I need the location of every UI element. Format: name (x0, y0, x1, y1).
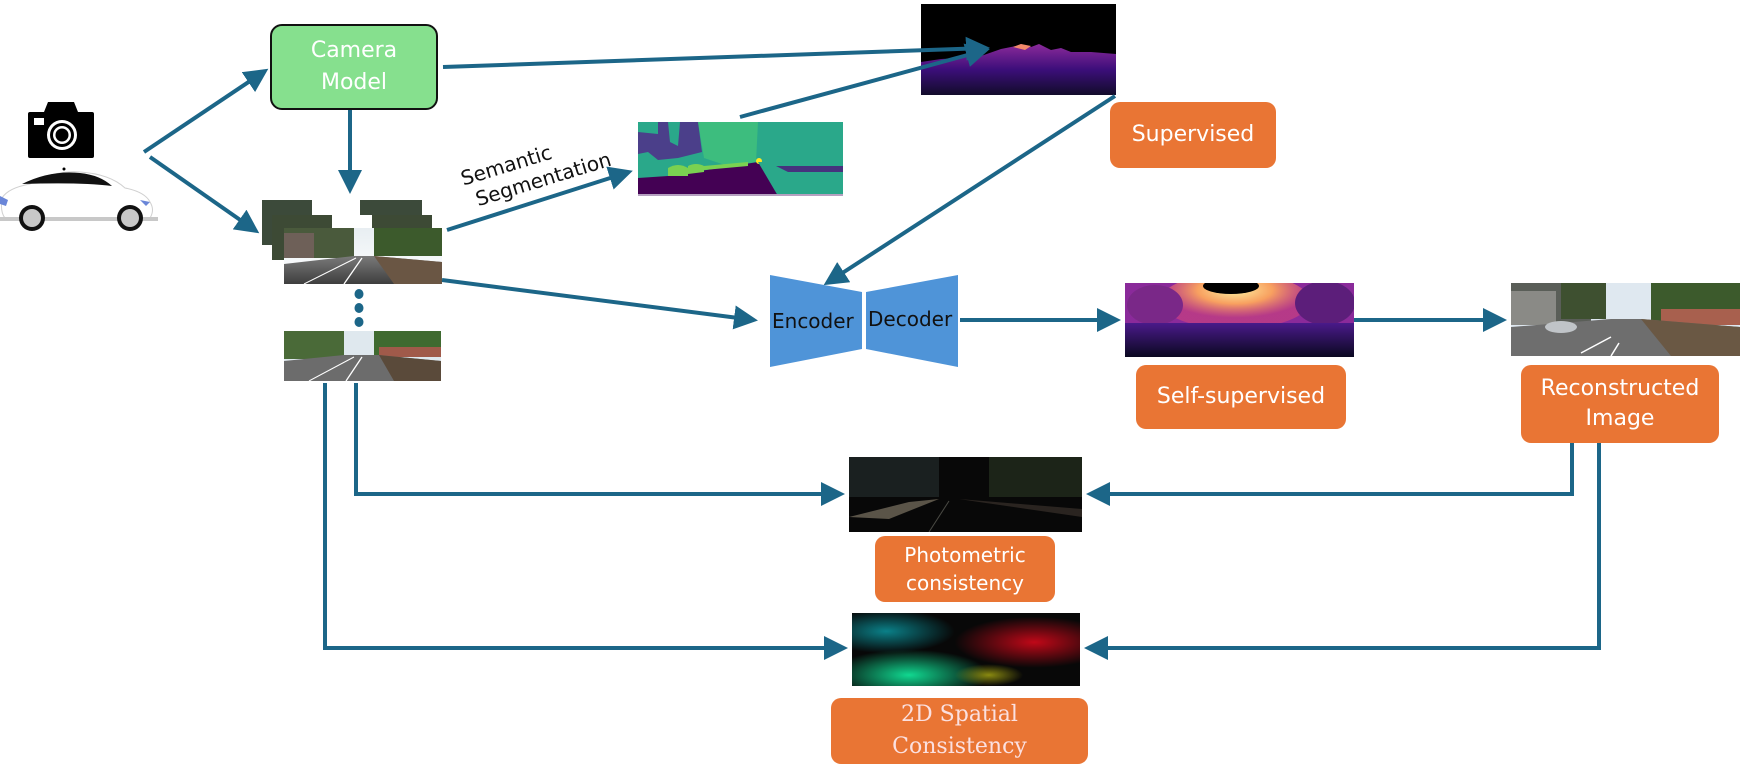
photometric-error-map (849, 457, 1082, 532)
semantic-segmentation-label: Semantic Segmentation (456, 124, 614, 214)
camera-model-label-line2: Model (320, 70, 388, 95)
arrow-car-to-frames (148, 155, 260, 234)
photometric-text-line2: consistency (906, 571, 1024, 595)
encoder-label: Encoder (772, 309, 854, 333)
camera-model-box: Camera Model (270, 24, 438, 110)
input-frame-stack (262, 200, 442, 284)
self-supervised-text: Self-supervised (1156, 384, 1326, 409)
decoder-label: Decoder (868, 307, 953, 331)
supervised-label: Supervised (1110, 102, 1276, 168)
photometric-text-line1: Photometric (904, 543, 1026, 567)
camera-icon (26, 98, 96, 160)
supervised-depth-map (921, 4, 1116, 95)
reconstructed-image (1511, 283, 1740, 356)
camera-model-label-line1: Camera (310, 38, 398, 63)
car-icon (0, 160, 160, 235)
arrow-reconstructed-to-photometric (1086, 443, 1574, 506)
photometric-consistency-label: Photometric consistency (875, 536, 1055, 602)
encoder-decoder: Encoder Decoder (770, 275, 960, 369)
arrow-frames-to-encoder (441, 278, 758, 330)
ellipsis-dots (353, 288, 365, 330)
self-supervised-label: Self-supervised (1136, 365, 1346, 429)
arrow-supervised-to-encoder (823, 94, 1117, 286)
arrow-frame-to-photometric (354, 383, 845, 506)
arrow-frame-to-spatial (323, 383, 848, 660)
spatial-text-line1: 2D Spatial (901, 702, 1018, 727)
arrow-reconstructed-to-spatial (1084, 443, 1601, 660)
reconstructed-text-line1: Reconstructed (1540, 376, 1700, 401)
segmentation-map (638, 122, 843, 196)
spatial-text-line2: Consistency (892, 734, 1027, 759)
self-supervised-depth-map (1125, 283, 1354, 357)
reconstructed-image-label: Reconstructed Image (1521, 365, 1719, 443)
reconstructed-text-line2: Image (1585, 406, 1655, 431)
supervised-text: Supervised (1131, 122, 1255, 147)
spatial-consistency-map (852, 613, 1080, 686)
spatial-consistency-label: 2D Spatial Consistency (831, 698, 1088, 764)
arrow-car-to-camera-model (142, 68, 269, 154)
input-frame-last (284, 331, 441, 381)
arrow-camera-model-to-supervised (442, 36, 990, 69)
